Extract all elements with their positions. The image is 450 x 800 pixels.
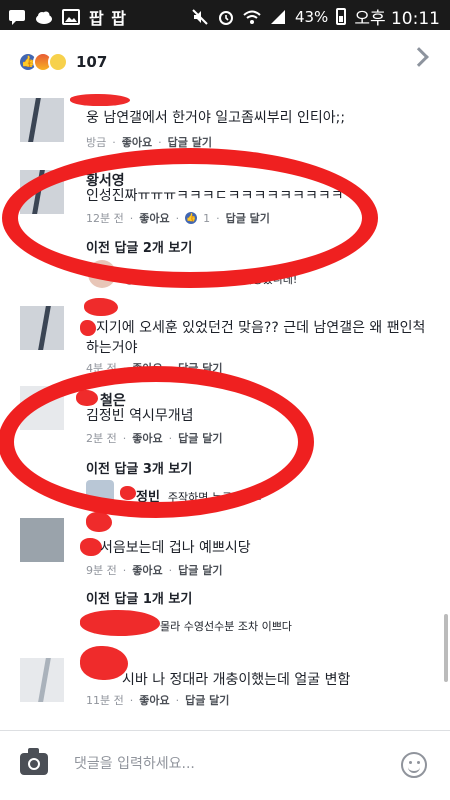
- comment-meta: 4분 전 · 좋아요 · 답글 달기: [86, 360, 223, 376]
- redaction-mark: [120, 486, 136, 500]
- reaction-count: 107: [76, 53, 108, 71]
- wow-reaction-icon: [48, 52, 68, 72]
- like-icon: 👍: [185, 212, 198, 224]
- emoji-icon[interactable]: [401, 752, 427, 778]
- mute-icon: [192, 8, 208, 25]
- redaction-mark: [80, 538, 102, 556]
- redaction-mark: [70, 94, 130, 106]
- battery-icon: [336, 8, 347, 25]
- like-link[interactable]: 좋아요: [139, 692, 169, 708]
- reply-text: 알아요ㅠㅠㅠㅠ 죄송했니데!: [167, 273, 298, 286]
- reply-link[interactable]: 답글 달기: [178, 360, 222, 376]
- comments-list[interactable]: 웅 남연갤에서 한거야 일고좀씨부리 인티아;; 방금 · 좋아요 · 답글 달…: [0, 94, 450, 714]
- view-previous-replies[interactable]: 이전 답글 1개 보기: [86, 588, 192, 607]
- like-link[interactable]: 좋아요: [132, 430, 162, 446]
- camera-icon[interactable]: [20, 748, 48, 775]
- view-previous-replies[interactable]: 이전 답글 2개 보기: [86, 237, 192, 256]
- reactions-summary[interactable]: 👍 107: [0, 30, 450, 94]
- cloud-icon: [36, 11, 52, 24]
- comment-text: 김정빈 역시무개념: [86, 408, 194, 424]
- like-link[interactable]: 좋아요: [139, 210, 169, 226]
- status-bar: 팝 팝 43% 오후 10:11: [0, 0, 450, 30]
- comment-meta: 방금 · 좋아요 · 답글 달기: [86, 134, 212, 150]
- comment-composer: [0, 730, 450, 800]
- like-link[interactable]: 좋아요: [132, 562, 162, 578]
- comment-text: 시바 나 정대라 개충이했는데 얼굴 변함: [122, 672, 351, 688]
- reply-preview[interactable]: 황서영 알아요ㅠㅠㅠㅠ 죄송했니데!: [124, 268, 297, 287]
- comment-meta: 12분 전 · 좋아요 · 👍 1 · 답글 달기: [86, 210, 270, 226]
- comment-meta: 2분 전 · 좋아요 · 답글 달기: [86, 430, 223, 446]
- reply-preview[interactable]: 몰라 수영선수분 조차 이쁘다: [160, 618, 292, 634]
- reply-author: 황서영: [124, 272, 160, 287]
- redaction-mark: [76, 390, 98, 406]
- reply-link[interactable]: 답글 달기: [226, 210, 270, 226]
- comment-time: 방금: [86, 136, 107, 149]
- comment-meta: 9분 전 · 좋아요 · 답글 달기: [86, 562, 223, 578]
- reply-text: 몰라 수영선수분 조차 이쁘다: [160, 620, 292, 633]
- avatar[interactable]: [20, 658, 64, 702]
- clock: 오후 10:11: [354, 9, 440, 29]
- reply-author: 정빈: [136, 490, 160, 505]
- avatar[interactable]: [88, 260, 116, 288]
- redaction-mark: [84, 298, 118, 316]
- like-link[interactable]: 좋아요: [122, 134, 152, 150]
- reply-link[interactable]: 답글 달기: [168, 134, 212, 150]
- signal-icon: [270, 9, 285, 24]
- comment-meta: 11분 전 · 좋아요 · 답글 달기: [86, 692, 230, 708]
- comment-text: 지기에 오세훈 있었던건 맞음?? 근데 남연갤은 왜 팬인척: [96, 320, 426, 336]
- redaction-mark: [80, 320, 96, 336]
- reply-text: 주작하면 누구겠ㅅㄴ: [167, 491, 263, 504]
- chat-notification-icon: [9, 10, 25, 25]
- reply-preview[interactable]: 정빈 주작하면 누구겠ㅅㄴ: [136, 486, 263, 505]
- battery-percent: 43%: [294, 7, 329, 26]
- like-count: 1: [203, 211, 211, 225]
- chevron-right-icon[interactable]: [409, 47, 429, 67]
- avatar[interactable]: [20, 306, 64, 350]
- comment-time: 4분 전: [86, 362, 117, 375]
- avatar[interactable]: [86, 480, 114, 508]
- avatar[interactable]: [20, 170, 64, 214]
- avatar[interactable]: [20, 518, 64, 562]
- redaction-mark: [80, 610, 160, 636]
- avatar[interactable]: [20, 98, 64, 142]
- comment-text: 하는거야: [86, 340, 138, 356]
- comment-text: 인성진짜ㅠㅠㅠㅋㅋㅋㄷㅋㅋㅋㅋㅋㅋㅋㅋㅋㅋ: [86, 188, 357, 204]
- scrollbar[interactable]: [444, 614, 448, 682]
- comment-time: 2분 전: [86, 432, 117, 445]
- reply-link[interactable]: 답글 달기: [185, 692, 229, 708]
- like-link[interactable]: 좋아요: [132, 360, 162, 376]
- redaction-mark: [80, 646, 128, 680]
- gallery-icon: [62, 9, 80, 25]
- comment-time: 12분 전: [86, 212, 124, 225]
- avatar[interactable]: [20, 386, 64, 430]
- comment-time: 9분 전: [86, 564, 117, 577]
- comment-time: 11분 전: [86, 694, 124, 707]
- reply-link[interactable]: 답글 달기: [178, 430, 222, 446]
- comment-text: 웅 남연갤에서 한거야 일고좀씨부리 인티아;;: [86, 110, 346, 126]
- redaction-mark: [86, 512, 112, 532]
- comment-text: 서음보는데 겁나 예쁘시당: [100, 540, 251, 556]
- reply-link[interactable]: 답글 달기: [178, 562, 222, 578]
- app-notification-label: 팝 팝: [89, 9, 128, 28]
- wifi-icon: [243, 10, 261, 24]
- alarm-icon: [218, 10, 233, 25]
- comment-input[interactable]: [74, 751, 374, 777]
- view-previous-replies[interactable]: 이전 답글 3개 보기: [86, 458, 192, 477]
